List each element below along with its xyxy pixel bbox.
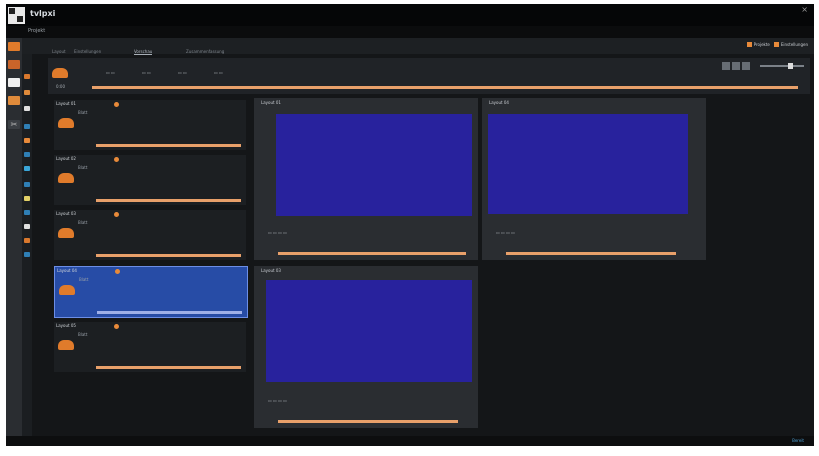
preview-controls[interactable]: ▭ ▭ ▭ ▭ [268,398,287,403]
menu-project[interactable]: Projekt [28,28,45,34]
item-progress [96,366,241,369]
project-toolbar: ▭ ▭ ▭ ▭ ▭ ▭ ▭ ▭ 0:00 [48,58,810,94]
list-item[interactable]: Layout 05 Blatt [54,322,246,372]
detail-view-icon[interactable] [742,62,750,70]
toolbar-control[interactable]: ▭ ▭ [178,70,187,75]
view-buttons [722,62,750,70]
preview-title: Layout 01 [261,100,281,105]
preview-panel: Layout 03 ▭ ▭ ▭ ▭ [254,266,478,428]
preview-canvas[interactable] [276,114,472,216]
app-title: tvlpxi [30,9,56,18]
item-title: Layout 04 [57,268,77,273]
preview-title: Layout 03 [261,268,281,273]
filter-group: Projekte Einstellungen [746,42,808,47]
preview-progress [278,420,458,423]
tab-bar: Layout Einstellungen Vorschau Zusammenfa… [6,38,814,55]
folder-icon[interactable] [8,42,20,51]
tab-preview[interactable]: Vorschau [134,49,153,55]
filter-settings[interactable]: Einstellungen [773,42,808,47]
item-thumbnail [58,340,74,350]
item-subtitle: Blatt [78,220,88,225]
list-item[interactable]: Layout 02 Blatt [54,155,246,205]
status-text: Bereit [792,438,804,443]
toolbar-control[interactable]: ▭ ▭ [106,70,115,75]
palette-icon[interactable] [24,90,30,95]
grid-view-icon[interactable] [722,62,730,70]
zoom-slider[interactable] [760,63,804,69]
list-item[interactable]: Layout 03 Blatt [54,210,246,260]
preview-canvas[interactable] [488,114,688,214]
scissors-icon[interactable]: ✂ [8,120,20,129]
app-window: tvlpxi × Projekt Layout Einstellungen Vo… [6,4,814,446]
toolbar-control[interactable]: ▭ ▭ [142,70,151,75]
palette-icon[interactable] [24,224,30,229]
tab-layout[interactable]: Layout [52,49,66,54]
preview-title: Layout 04 [489,100,509,105]
item-title: Layout 01 [56,101,76,106]
palette-icon[interactable] [24,74,30,79]
document-icon[interactable] [8,78,20,87]
preview-controls[interactable]: ▭ ▭ ▭ ▭ [268,230,287,235]
list-item-selected[interactable]: Layout 04 Blatt [54,266,248,318]
project-progress [92,86,798,89]
menu-bar: Projekt [6,26,814,38]
title-bar: tvlpxi × [6,4,814,26]
item-subtitle: Blatt [79,277,89,282]
checkbox-icon [746,42,752,47]
side-palette [22,54,32,446]
palette-icon[interactable] [24,196,30,201]
preview-canvas[interactable] [266,280,472,382]
palette-icon[interactable] [24,152,30,157]
palette-icon[interactable] [24,238,30,243]
palette-icon[interactable] [24,106,30,111]
item-progress [97,311,242,314]
list-view-icon[interactable] [732,62,740,70]
preview-progress [506,252,676,255]
progress-label: 0:00 [56,84,65,89]
status-icon [114,324,119,329]
palette-icon[interactable] [24,252,30,257]
image-icon[interactable] [8,96,20,105]
close-icon[interactable]: × [801,5,808,14]
palette-icon[interactable] [24,166,30,171]
item-subtitle: Blatt [78,165,88,170]
palette-icon[interactable] [24,124,30,129]
item-progress [96,254,241,257]
status-icon [115,269,120,274]
item-thumbnail [58,118,74,128]
tab-settings[interactable]: Einstellungen [74,49,101,54]
tool-icon[interactable] [8,60,20,69]
item-progress [96,199,241,202]
item-thumbnail [58,173,74,183]
app-logo [8,7,25,24]
item-subtitle: Blatt [78,110,88,115]
status-bar: Bereit [6,436,814,446]
item-subtitle: Blatt [78,332,88,337]
item-title: Layout 03 [56,211,76,216]
item-thumbnail [58,228,74,238]
item-thumbnail [59,285,75,295]
preview-controls[interactable]: ▭ ▭ ▭ ▭ [496,230,515,235]
toolbar-control[interactable]: ▭ ▭ [214,70,223,75]
palette-icon[interactable] [24,210,30,215]
project-thumbnail [52,68,68,78]
palette-icon[interactable] [24,182,30,187]
tab-summary[interactable]: Zusammenfassung [186,49,224,54]
item-title: Layout 02 [56,156,76,161]
list-item[interactable]: Layout 01 Blatt [54,100,246,150]
checkbox-icon [773,42,779,47]
palette-icon[interactable] [24,138,30,143]
preview-progress [278,252,466,255]
filter-projects[interactable]: Projekte [746,42,770,47]
status-icon [114,212,119,217]
preview-panel: Layout 04 ▭ ▭ ▭ ▭ [482,98,706,260]
item-progress [96,144,241,147]
status-icon [114,102,119,107]
left-toolbar: ✂ [6,38,22,446]
preview-panel: Layout 01 ▭ ▭ ▭ ▭ [254,98,478,260]
item-title: Layout 05 [56,323,76,328]
status-icon [114,157,119,162]
